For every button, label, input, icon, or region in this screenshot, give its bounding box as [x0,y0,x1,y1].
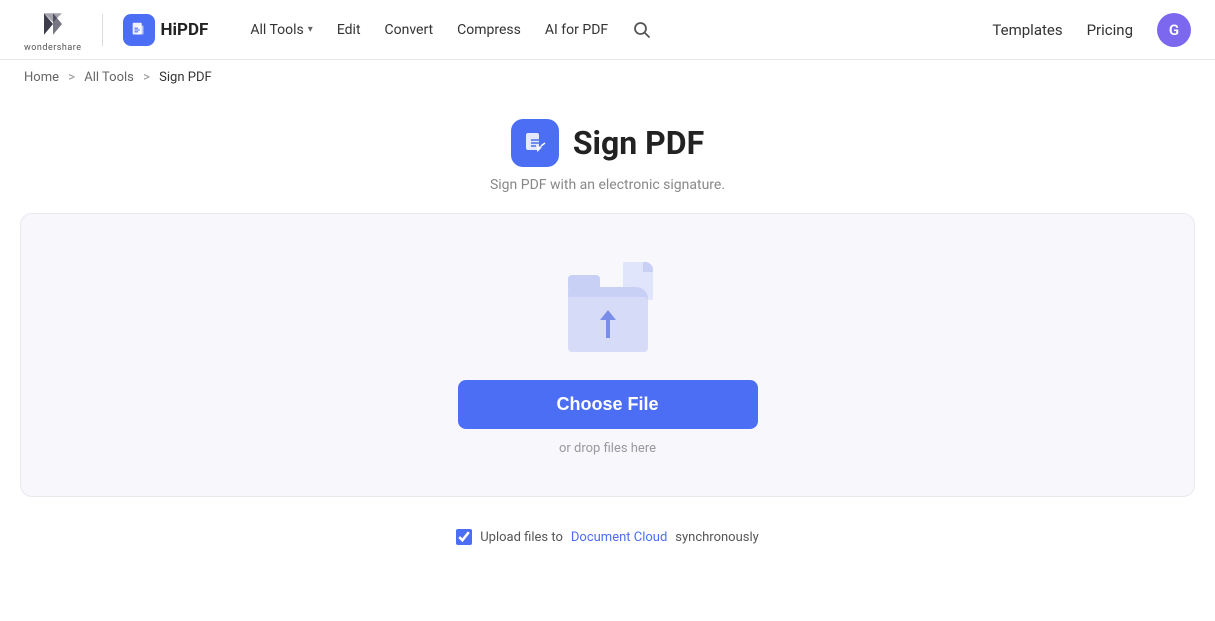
breadcrumb: Home > All Tools > Sign PDF [0,60,1215,95]
hipdf-brand[interactable]: HiPDF [123,14,209,46]
checkbox-label-after: synchronously [675,530,758,545]
search-button[interactable] [626,14,658,46]
logo-area: wondershare HiPDF [24,6,208,53]
wondershare-icon [35,6,71,42]
sign-pdf-icon [522,130,548,156]
page-title-area: Sign PDF [511,119,704,167]
main-nav: All Tools ▾ Edit Convert Compress AI for… [240,14,992,46]
upload-illustration [558,262,658,352]
nav-right: Templates Pricing G [992,13,1191,47]
header: wondershare HiPDF All Tools ▾ Edit Conve… [0,0,1215,60]
checkbox-area: Upload files to Document Cloud synchrono… [456,517,759,557]
all-tools-chevron-icon: ▾ [308,24,313,35]
nav-templates[interactable]: Templates [992,21,1062,39]
wondershare-logo[interactable]: wondershare [24,6,82,53]
drop-text: or drop files here [559,441,656,456]
nav-compress[interactable]: Compress [447,16,531,44]
upload-to-cloud-checkbox[interactable] [456,529,472,545]
nav-edit[interactable]: Edit [327,16,371,44]
wondershare-text: wondershare [24,43,82,53]
upload-container: Choose File or drop files here [20,213,1195,497]
nav-pricing[interactable]: Pricing [1087,21,1133,39]
breadcrumb-sep1: > [68,70,75,85]
breadcrumb-all-tools[interactable]: All Tools [84,70,134,85]
user-avatar[interactable]: G [1157,13,1191,47]
arrow-body [606,318,610,338]
main-content: Sign PDF Sign PDF with an electronic sig… [0,95,1215,557]
nav-all-tools[interactable]: All Tools ▾ [240,16,322,44]
logo-divider [102,14,103,46]
search-icon [633,21,651,39]
nav-convert[interactable]: Convert [375,16,444,44]
page-title: Sign PDF [573,124,704,162]
page-icon [511,119,559,167]
hipdf-icon [123,14,155,46]
breadcrumb-sep2: > [143,70,150,85]
breadcrumb-home[interactable]: Home [24,70,59,85]
folder-front-icon [568,297,648,352]
document-cloud-link[interactable]: Document Cloud [571,530,667,545]
checkbox-label-before: Upload files to [480,530,563,545]
breadcrumb-current: Sign PDF [159,70,212,85]
page-subtitle: Sign PDF with an electronic signature. [490,177,725,193]
nav-ai-for-pdf[interactable]: AI for PDF [535,16,618,44]
choose-file-button[interactable]: Choose File [458,380,758,429]
upload-arrow-icon [600,310,616,338]
hipdf-icon-svg [130,21,148,39]
hipdf-label: HiPDF [161,20,209,40]
